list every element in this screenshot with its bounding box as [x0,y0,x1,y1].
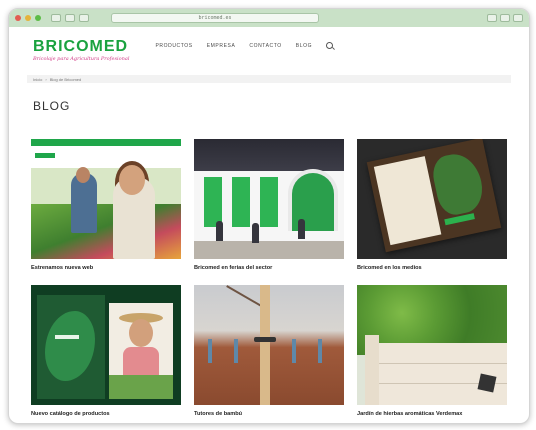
breadcrumb-separator-icon: › [45,76,47,82]
maximize-window-icon[interactable] [35,15,41,21]
close-window-icon[interactable] [15,15,21,21]
post-title[interactable]: Bricomed en los medios [357,265,507,273]
post-thumbnail[interactable] [31,139,181,259]
blog-post-card[interactable]: Tutores de bambú [194,285,344,419]
post-thumbnail[interactable] [194,285,344,405]
site-header: BRICOMED Bricolaje para Agricultura Prof… [9,27,529,67]
post-thumbnail[interactable] [357,285,507,405]
blog-post-card[interactable]: Bricomed en ferias del sector [194,139,344,273]
post-title[interactable]: Bricomed en ferias del sector [194,265,344,273]
logo-tagline: Bricolaje para Agricultura Profesional [33,56,130,62]
sidebar-toggle-icon[interactable] [51,14,61,22]
blog-post-card[interactable]: Bricomed en los medios [357,139,507,273]
tabs-overview-icon[interactable] [513,14,523,22]
logo-wordmark: BRICOMED [33,38,129,55]
back-arrow-icon[interactable] [65,14,75,22]
post-title[interactable]: Estrenamos nueva web [31,265,181,273]
breadcrumb-home[interactable]: Inicio [33,77,42,82]
browser-window: bricomed.es BRICOMED Bricolaje para Agri… [8,8,530,424]
breadcrumb-current: Blog de Bricomed [49,76,82,82]
address-bar[interactable]: bricomed.es [111,13,319,23]
blog-post-card[interactable]: Jardín de hierbas aromáticas Verdemax [357,285,507,419]
post-title[interactable]: Tutores de bambú [194,411,344,419]
blog-post-card[interactable]: Nuevo catálogo de productos [31,285,181,419]
nav-item-productos[interactable]: PRODUCTOS [155,43,192,49]
forward-arrow-icon[interactable] [79,14,89,22]
post-thumbnail[interactable] [357,139,507,259]
nav-item-contacto[interactable]: CONTACTO [249,43,281,49]
post-thumbnail[interactable] [194,139,344,259]
page-title: BLOG [33,99,71,113]
minimize-window-icon[interactable] [25,15,31,21]
search-icon[interactable] [326,42,334,49]
breadcrumb: Inicio › Blog de Bricomed [27,75,511,83]
nav-item-empresa[interactable]: EMPRESA [207,43,236,49]
site-logo[interactable]: BRICOMED Bricolaje para Agricultura Prof… [33,38,130,63]
post-title[interactable]: Jardín de hierbas aromáticas Verdemax [357,411,507,419]
browser-toolbar: bricomed.es [9,9,529,27]
blog-post-card[interactable]: Estrenamos nueva web [31,139,181,273]
post-title[interactable]: Nuevo catálogo de productos [31,411,181,419]
new-tab-icon[interactable] [500,14,510,22]
blog-post-grid: Estrenamos nueva web Bricomed en ferias … [31,139,507,419]
main-nav: PRODUCTOS EMPRESA CONTACTO BLOG [155,42,334,49]
nav-item-blog[interactable]: BLOG [296,43,312,49]
post-thumbnail[interactable] [31,285,181,405]
share-icon[interactable] [487,14,497,22]
